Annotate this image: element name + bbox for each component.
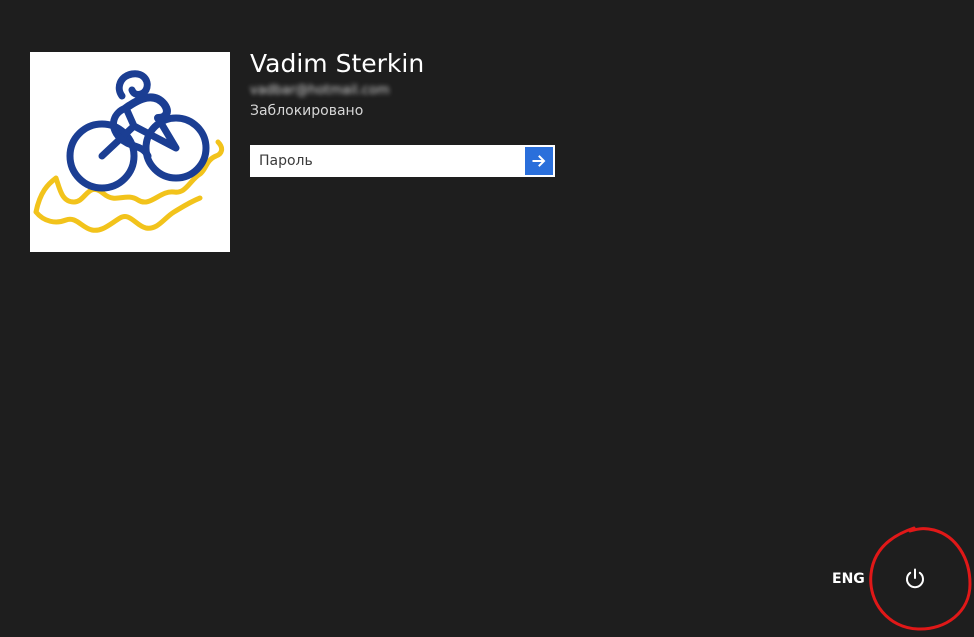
arrow-right-icon [532,155,546,167]
power-button[interactable] [902,565,928,593]
password-box [250,145,555,177]
password-input[interactable] [251,146,525,176]
cyclist-logo-icon [33,70,225,233]
user-email: vadbar@hotmail.com [250,83,390,98]
lock-status: Заблокировано [250,103,364,119]
power-icon [906,568,924,589]
submit-button[interactable] [525,147,553,175]
user-avatar [30,52,230,252]
language-indicator[interactable]: ENG [832,570,865,588]
user-name: Vadim Sterkin [250,49,425,78]
